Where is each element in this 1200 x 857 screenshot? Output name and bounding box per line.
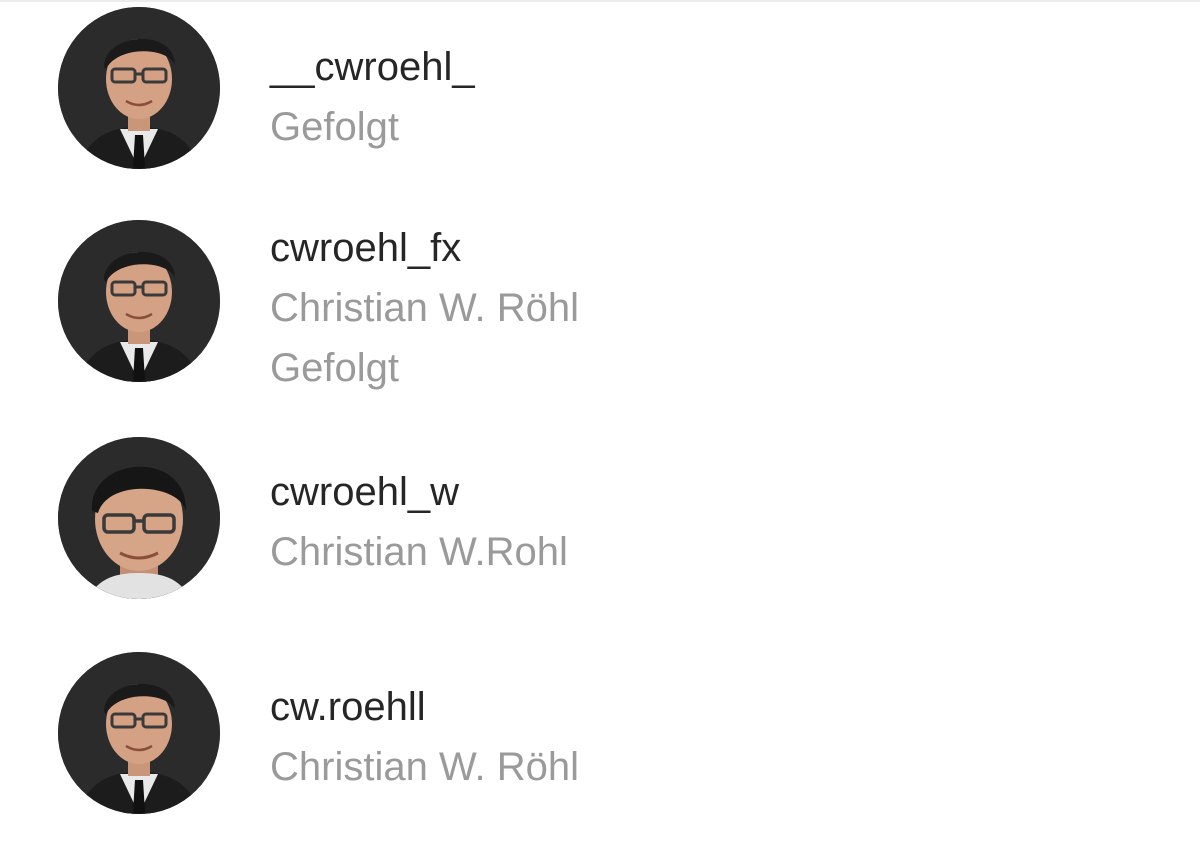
follow-status: Gefolgt bbox=[270, 346, 399, 390]
full-name: Christian W. Röhl bbox=[270, 745, 579, 789]
username: cw.roehll bbox=[270, 685, 426, 729]
profile-photo bbox=[58, 220, 220, 382]
full-name: Christian W. Röhl bbox=[270, 286, 579, 330]
username: __cwroehl_ bbox=[270, 45, 475, 89]
username: cwroehl_w bbox=[270, 470, 459, 514]
avatar[interactable] bbox=[58, 7, 220, 169]
profile-photo bbox=[58, 7, 220, 169]
profile-photo bbox=[58, 437, 220, 599]
avatar[interactable] bbox=[58, 437, 220, 599]
follow-status: Gefolgt bbox=[270, 105, 399, 149]
search-result-row[interactable]: cw.roehll Christian W. Röhl bbox=[0, 650, 1200, 820]
username: cwroehl_fx bbox=[270, 226, 462, 270]
search-result-row[interactable]: __cwroehl_ Gefolgt bbox=[0, 5, 1200, 175]
avatar[interactable] bbox=[58, 652, 220, 814]
search-result-row[interactable]: cwroehl_w Christian W.Rohl bbox=[0, 435, 1200, 605]
profile-photo bbox=[58, 652, 220, 814]
search-result-row[interactable]: cwroehl_fx Christian W. Röhl Gefolgt bbox=[0, 215, 1200, 395]
full-name: Christian W.Rohl bbox=[270, 530, 568, 574]
top-divider bbox=[0, 0, 1200, 2]
avatar[interactable] bbox=[58, 220, 220, 382]
